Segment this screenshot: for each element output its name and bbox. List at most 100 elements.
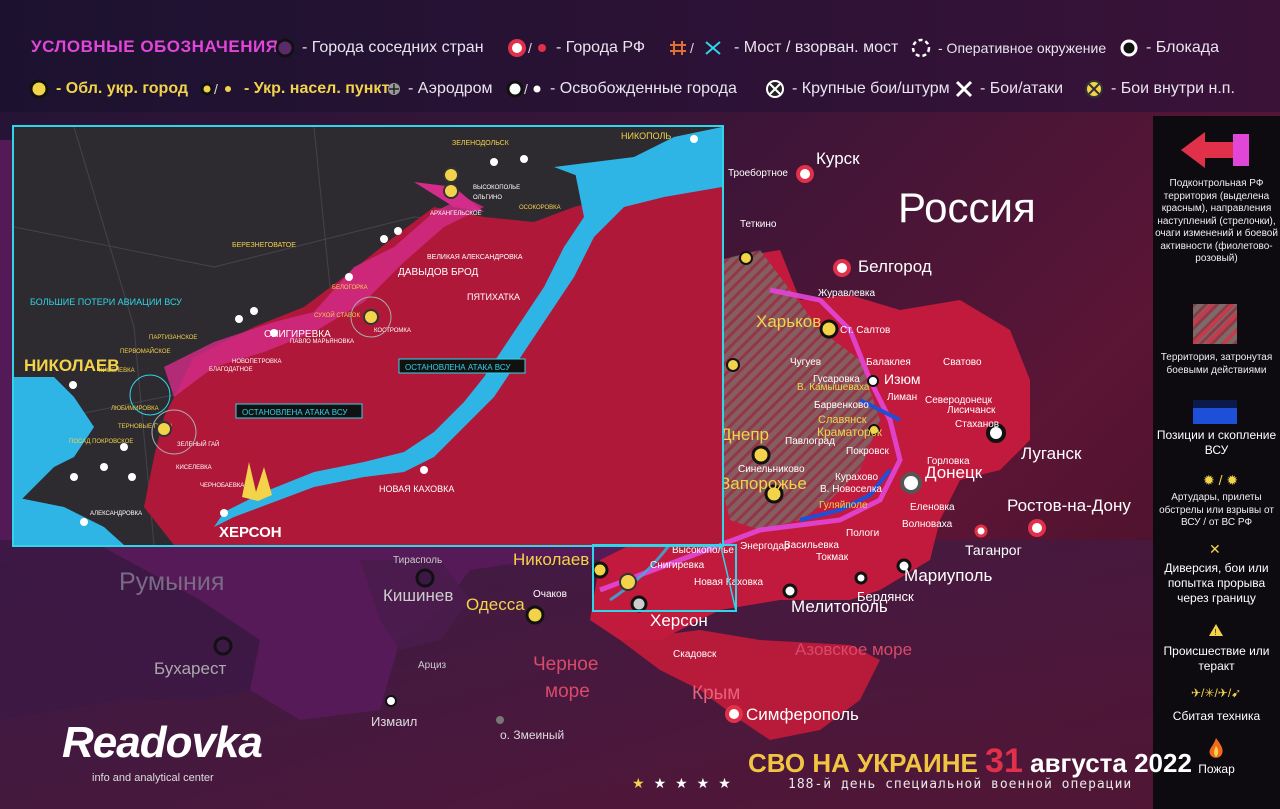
svg-text:море: море: [545, 681, 590, 702]
sidebar-item-downed: Сбитая техника: [1172, 709, 1261, 723]
inset-map: НИКОЛАЕВ ХЕРСОН НОВАЯ КАХОВКА СНИГИРЕВКА…: [12, 125, 724, 547]
logo-subtitle: info and analytical center: [92, 772, 214, 784]
svg-text:КОСТРОМКА: КОСТРОМКА: [374, 328, 411, 334]
legend-bridge: / - Мост / взорван. мост: [668, 37, 898, 59]
svg-text:ЛЮБИМИРОВКА: ЛЮБИМИРОВКА: [111, 406, 159, 412]
svg-text:Курахово: Курахово: [835, 472, 878, 483]
svg-text:/: /: [524, 81, 528, 97]
svg-text:Ст. Салтов: Ст. Салтов: [840, 325, 890, 336]
inner-battle-icon: [1085, 80, 1103, 98]
svg-text:Днепр: Днепр: [720, 425, 769, 444]
footer-title: СВО НА УКРАИНЕ 31 августа 2022: [748, 742, 1192, 781]
legend-encirclement: - Оперативное окружение: [910, 37, 1106, 59]
svg-text:БЛАГОДАТНОЕ: БЛАГОДАТНОЕ: [209, 367, 253, 373]
svg-text:КИСЕЛЕВКА: КИСЕЛЕВКА: [176, 465, 212, 471]
svg-text:Еленовка: Еленовка: [910, 502, 955, 513]
svg-text:В. Новоселка: В. Новоселка: [820, 484, 882, 495]
svg-text:В. Камышеваха: В. Камышеваха: [797, 382, 870, 393]
svg-text:Снигиревка: Снигиревка: [650, 560, 705, 571]
svg-text:Волноваха: Волноваха: [902, 519, 953, 530]
svg-text:НИКОПОЛЬ: НИКОПОЛЬ: [621, 131, 671, 141]
svg-text:/: /: [690, 40, 694, 56]
fire-icon: [1209, 738, 1223, 758]
blockade-icon: [1120, 39, 1138, 57]
bridge-icon: /: [670, 40, 721, 56]
svg-text:Курск: Курск: [816, 149, 860, 168]
svg-text:ЧЕРНОБАЕВКА: ЧЕРНОБАЕВКА: [200, 483, 244, 489]
svg-text:ПЕРВОМАЙСКОЕ: ПЕРВОМАЙСКОЕ: [120, 347, 171, 355]
legend-ukr-region-city: - Обл. укр. город: [28, 78, 188, 100]
sidebar-item-shelling: Артудары, прилеты обстрелы или взрывы от…: [1159, 492, 1274, 528]
svg-text:ВЕЛИКАЯ АЛЕКСАНДРОВКА: ВЕЛИКАЯ АЛЕКСАНДРОВКА: [427, 254, 523, 261]
sabotage-icon: ✕: [1209, 541, 1221, 557]
attack-cross-icon: [955, 80, 973, 98]
inset-label-kherson: ХЕРСОН: [219, 524, 282, 541]
svg-text:Павлоград: Павлоград: [785, 436, 835, 447]
footer-month: августа 2022: [1030, 748, 1192, 778]
sidebar-item-combat-zone: Территория, затронутая боевыми действиям…: [1160, 352, 1273, 376]
sidebar-item-sabotage: Диверсия, бои или попытка прорыва через …: [1164, 561, 1269, 605]
airfield-icon: [388, 83, 400, 95]
inset-svg: НИКОЛАЕВ ХЕРСОН НОВАЯ КАХОВКА СНИГИРЕВКА…: [14, 127, 722, 545]
label-slavyansk: Славянск: [818, 414, 867, 426]
svg-text:Харьков: Харьков: [756, 312, 821, 331]
sidebar-item-russian-control: Подконтрольная РФ территория (выделена к…: [1155, 178, 1278, 264]
svg-text:ВЫСОКОПОЛЬЕ: ВЫСОКОПОЛЬЕ: [473, 185, 520, 191]
svg-text:Теткино: Теткино: [740, 219, 777, 230]
svg-text:НОВАЯ КАХОВКА: НОВАЯ КАХОВКА: [379, 484, 454, 494]
svg-text:БЕРЕЗНЕГОВАТОЕ: БЕРЕЗНЕГОВАТОЕ: [232, 242, 296, 249]
legend-rf-cities: / - Города РФ: [506, 37, 645, 59]
legend-title: УСЛОВНЫЕ ОБОЗНАЧЕНИЯ:: [31, 37, 285, 56]
svg-text:ОЛЬГИНО: ОЛЬГИНО: [473, 195, 502, 201]
svg-text:Лисичанск: Лисичанск: [947, 405, 996, 416]
svg-text:АРХАНГЕЛЬСКОЕ: АРХАНГЕЛЬСКОЕ: [430, 211, 482, 217]
svg-text:Николаев: Николаев: [513, 550, 589, 569]
footer-prefix: СВО НА УКРАИНЕ: [748, 748, 978, 778]
city-taganrog: Таганрог: [965, 524, 1022, 558]
svg-text:/: /: [528, 40, 532, 56]
legend-airfield: - Аэродром: [386, 78, 493, 100]
svg-text:Кишинев: Кишинев: [383, 586, 453, 605]
city-kursk: Курск: [796, 149, 860, 183]
incident-icon: !: [1209, 624, 1223, 636]
label-troebortnoe: Троебортное: [728, 167, 788, 179]
svg-text:Ростов-на-Дону: Ростов-на-Дону: [1007, 496, 1131, 515]
svg-text:АЛЕКСАНДРОВКА: АЛЕКСАНДРОВКА: [90, 511, 142, 517]
svg-text:!: !: [1215, 628, 1217, 636]
stars-icon: ★★★★★: [632, 775, 740, 791]
svg-text:КИСЕЛЕВКА: КИСЕЛЕВКА: [99, 368, 135, 374]
svg-text:Балаклея: Балаклея: [866, 357, 911, 368]
city-belgorod: Белгород: [833, 257, 932, 277]
ukr-settlement-icon: /: [200, 81, 231, 97]
svg-text:Бухарест: Бухарест: [154, 659, 226, 678]
label-crimea: Крым: [692, 683, 740, 704]
major-battle-icon: [766, 80, 784, 98]
svg-text:БЕЛОГОРКА: БЕЛОГОРКА: [332, 285, 368, 291]
svg-text:Синельниково: Синельниково: [738, 464, 805, 475]
svg-text:БОЛЬШИЕ ПОТЕРИ АВИАЦИИ ВСУ: БОЛЬШИЕ ПОТЕРИ АВИАЦИИ ВСУ: [30, 297, 182, 307]
svg-text:Гуляйполе: Гуляйполе: [819, 500, 868, 511]
label-russia: Россия: [898, 184, 1036, 231]
svg-text:о. Змеиный: о. Змеиный: [500, 728, 564, 742]
downed-equipment-icon: ✈/✳/✈/➹: [1191, 686, 1242, 700]
legend-ukr-settlement: / - Укр. насел. пункт: [198, 78, 389, 100]
logo: Readovka: [62, 718, 263, 767]
arrow-icon: [1181, 132, 1249, 168]
svg-text:ЗЕЛЕНЫЙ ГАЙ: ЗЕЛЕНЫЙ ГАЙ: [177, 440, 219, 448]
svg-text:Покровск: Покровск: [846, 446, 889, 457]
ukr-region-city-icon: [29, 79, 49, 99]
hatch-icon: [1193, 304, 1237, 344]
svg-text:ОСОКОРОВКА: ОСОКОРОВКА: [519, 205, 561, 211]
city-rostov: Ростов-на-Дону: [1007, 496, 1131, 537]
svg-text:Одесса: Одесса: [466, 595, 525, 614]
svg-text:Белгород: Белгород: [858, 257, 932, 276]
svg-text:НОВОПЕТРОВКА: НОВОПЕТРОВКА: [232, 359, 282, 365]
svg-text:Стаханов: Стаханов: [955, 419, 999, 430]
sidebar-item-incident: Происшествие или теракт: [1163, 644, 1270, 673]
legend-liberated-cities: / - Освобожденные города: [504, 78, 737, 100]
svg-text:Лиман: Лиман: [887, 392, 917, 403]
legend-neighbor-cities: - Города соседних стран: [274, 37, 484, 59]
legend-attacks: - Бои/атаки: [954, 78, 1063, 100]
svg-text:Таганрог: Таганрог: [965, 542, 1022, 558]
legend-panel: УСЛОВНЫЕ ОБОЗНАЧЕНИЯ: - Города соседних …: [0, 0, 1280, 112]
